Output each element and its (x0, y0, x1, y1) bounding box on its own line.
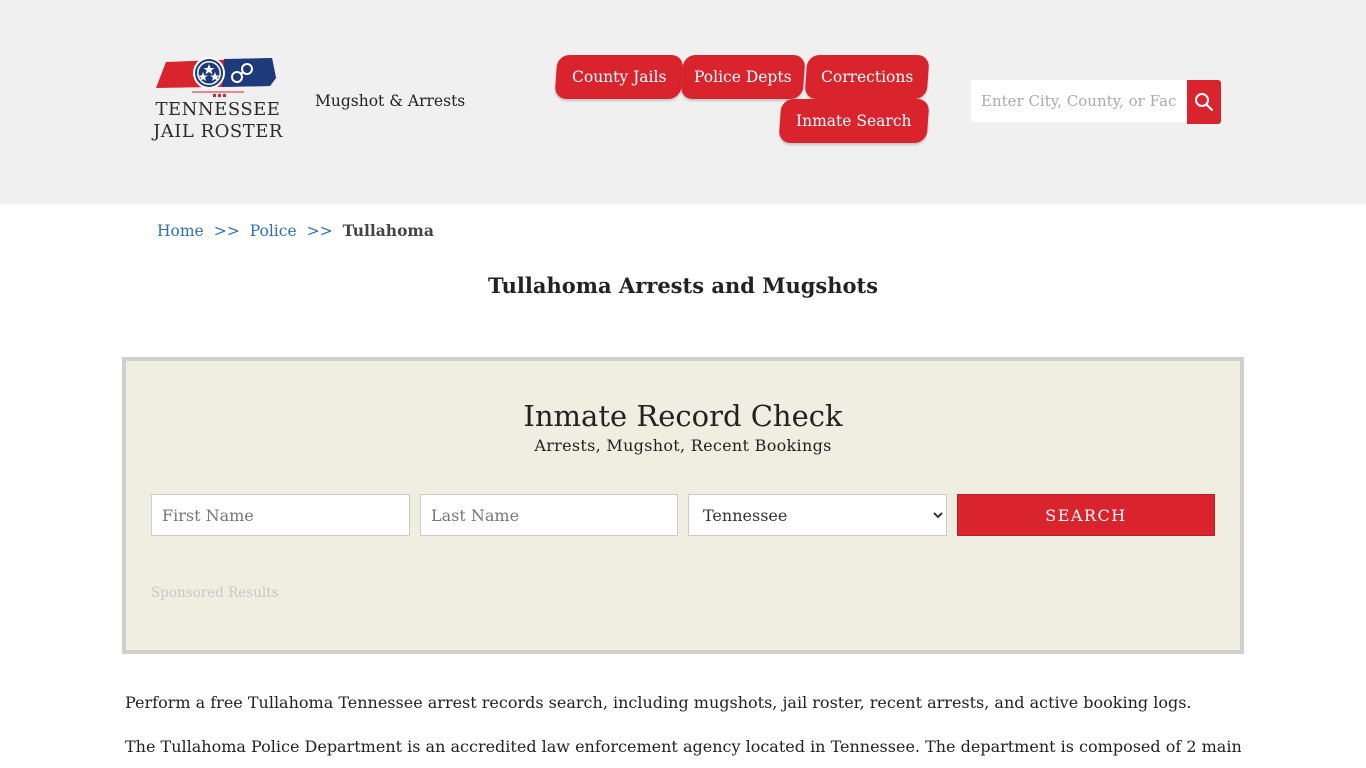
nav-inmate-search-label: Inmate Search (796, 112, 912, 130)
record-search-button[interactable]: SEARCH (957, 494, 1215, 536)
breadcrumb-home-link[interactable]: Home (157, 222, 204, 240)
breadcrumb: Home >> Police >> Tullahoma (157, 221, 434, 240)
first-name-input[interactable] (151, 494, 410, 536)
intro-paragraph: Perform a free Tullahoma Tennessee arres… (125, 693, 1192, 712)
site-tagline: Mugshot & Arrests (315, 92, 466, 110)
nav-county-jails-button[interactable]: County Jails (554, 55, 684, 99)
last-name-input[interactable] (420, 494, 678, 536)
state-select[interactable]: Tennessee (688, 494, 947, 536)
nav-corrections-label: Corrections (820, 68, 914, 86)
nav-police-depts-label: Police Depts (694, 68, 792, 86)
nav-police-depts-button[interactable]: Police Depts (680, 55, 806, 99)
breadcrumb-police-link[interactable]: Police (250, 222, 297, 240)
record-check-title: Inmate Record Check (523, 399, 843, 433)
department-paragraph: The Tullahoma Police Department is an ac… (125, 737, 1241, 756)
nav-county-jails-label: County Jails (571, 68, 667, 86)
breadcrumb-current: Tullahoma (342, 221, 434, 240)
breadcrumb-separator: >> (306, 222, 333, 240)
site-header: TENNESSEE JAIL ROSTER Mugshot & Arrests … (0, 0, 1366, 204)
sponsored-results-label: Sponsored Results (151, 585, 279, 601)
header-search-input[interactable] (971, 80, 1187, 122)
breadcrumb-separator: >> (213, 222, 240, 240)
header-search (971, 80, 1221, 124)
nav-inmate-search-button[interactable]: Inmate Search (778, 99, 930, 143)
logo-line-2: JAIL ROSTER (153, 121, 283, 142)
record-check-subtitle: Arrests, Mugshot, Recent Bookings (534, 436, 832, 455)
header-search-button[interactable] (1187, 80, 1221, 124)
site-logo[interactable]: TENNESSEE JAIL ROSTER (152, 56, 284, 148)
inmate-record-check-panel: Inmate Record Check Arrests, Mugshot, Re… (122, 357, 1244, 654)
nav-corrections-button[interactable]: Corrections (804, 55, 930, 99)
logo-line-1: TENNESSEE (155, 99, 281, 120)
search-icon (1195, 93, 1214, 112)
page-title: Tullahoma Arrests and Mugshots (487, 273, 879, 298)
tennessee-state-logo-icon (156, 57, 276, 97)
